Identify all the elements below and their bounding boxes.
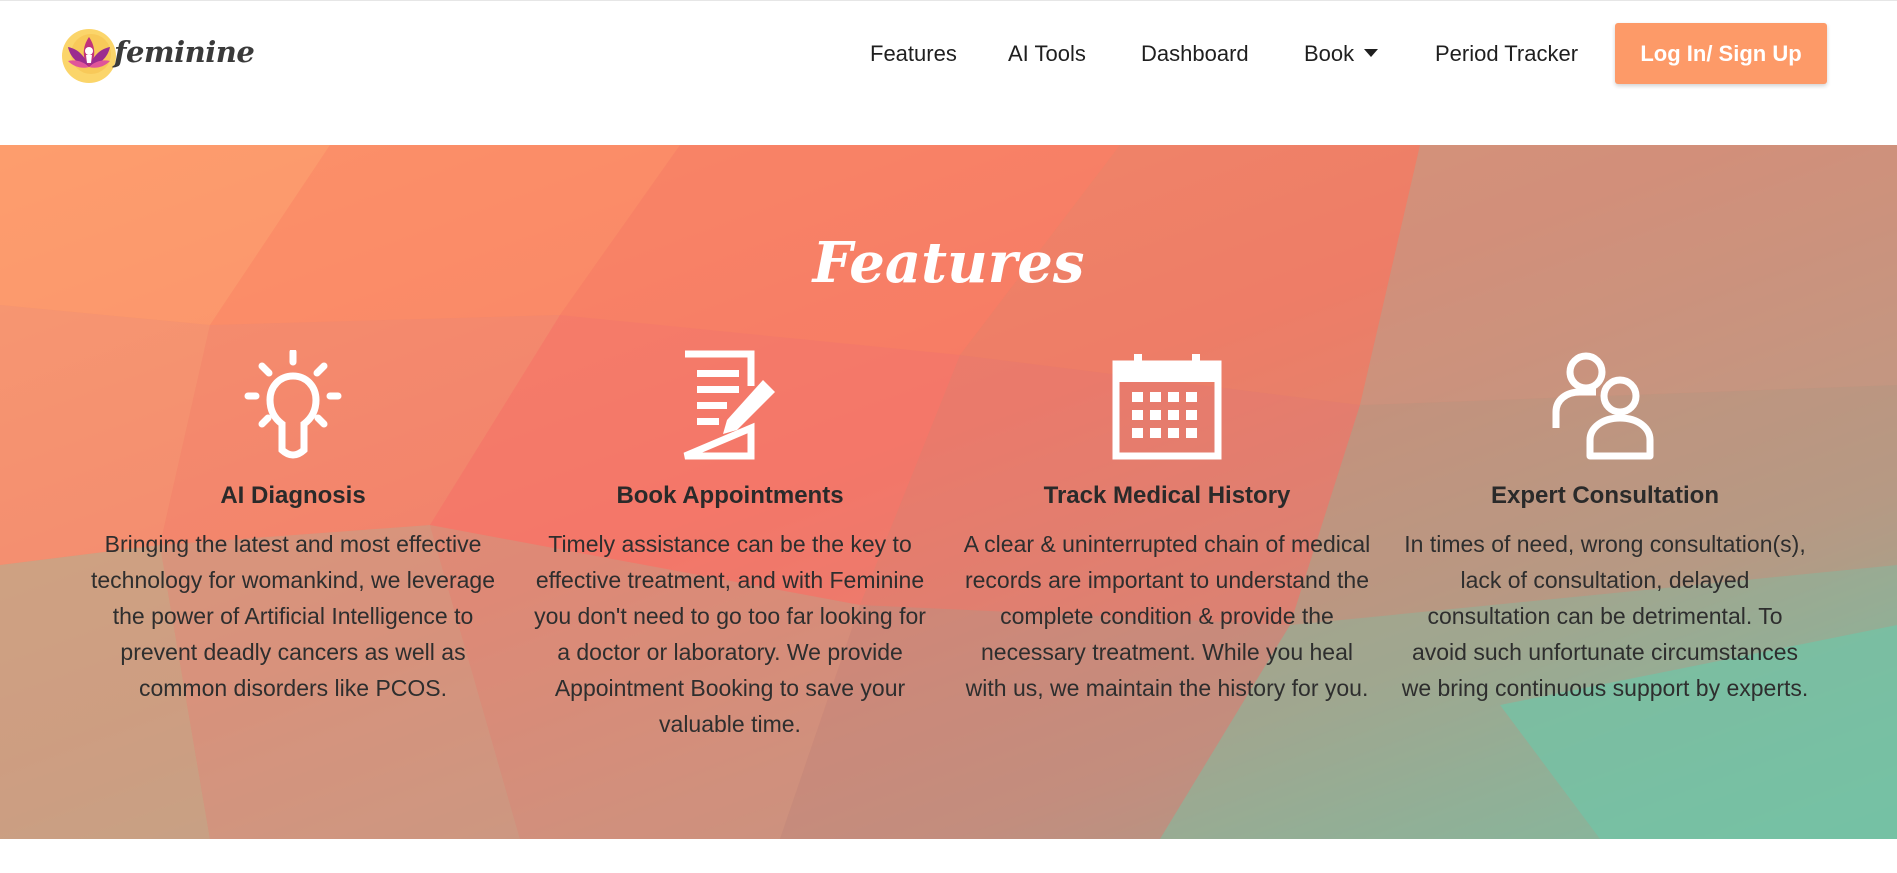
nav-period-tracker[interactable]: Period Tracker (1435, 41, 1578, 67)
feature-title: Expert Consultation (1490, 482, 1719, 509)
nav-dashboard[interactable]: Dashboard (1141, 41, 1249, 67)
feature-title: Track Medical History (1043, 482, 1291, 509)
feature-card: Book Appointments Timely assistance can … (525, 350, 935, 742)
feature-description: A clear & uninterrupted chain of medical… (963, 531, 1371, 701)
feature-title: Book Appointments (616, 482, 844, 509)
features-section: Features AI Diagnosis Bringing the lates… (0, 145, 1897, 839)
lightbulb-icon (244, 350, 342, 459)
feature-card: AI Diagnosis Bringing the latest and mos… (88, 350, 498, 706)
users-icon (1552, 352, 1654, 460)
feature-card: Track Medical History A clear & uninterr… (962, 350, 1372, 706)
nav-features[interactable]: Features (870, 41, 957, 67)
login-signup-button[interactable]: Log In/ Sign Up (1615, 23, 1827, 84)
feature-description: In times of need, wrong consultation(s),… (1401, 531, 1809, 701)
nav-book-label: Book (1304, 41, 1355, 66)
nav-ai-tools[interactable]: AI Tools (1008, 41, 1086, 67)
section-title: Features (812, 230, 1085, 296)
feature-description: Timely assistance can be the key to effe… (534, 531, 926, 737)
feature-description: Bringing the latest and most effective t… (90, 531, 495, 701)
document-edit-icon (683, 350, 775, 460)
nav-book-dropdown[interactable]: Book (1304, 41, 1379, 67)
caret-down-icon (1364, 49, 1379, 58)
feature-title: AI Diagnosis (220, 482, 366, 509)
main-nav: Features AI Tools Dashboard Book Period … (0, 23, 1897, 85)
calendar-icon (1112, 354, 1222, 460)
site-header: feminine Features AI Tools Dashboard Boo… (0, 1, 1897, 145)
feature-card: Expert Consultation In times of need, wr… (1400, 350, 1810, 706)
